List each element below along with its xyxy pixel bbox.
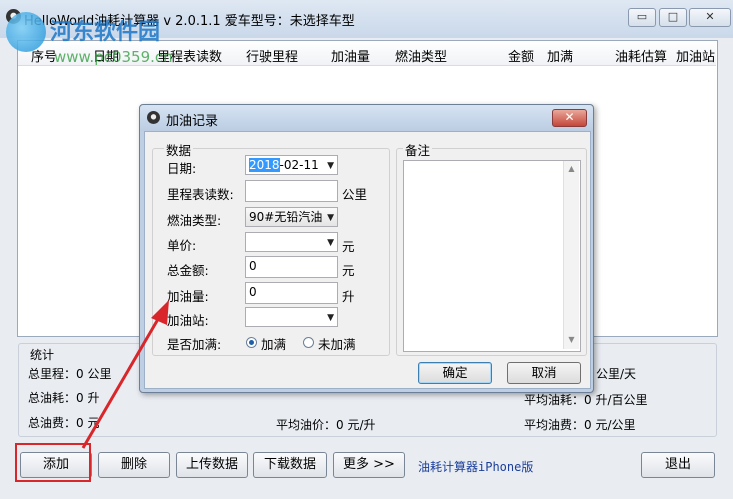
annotation-arrow: [81, 300, 169, 449]
